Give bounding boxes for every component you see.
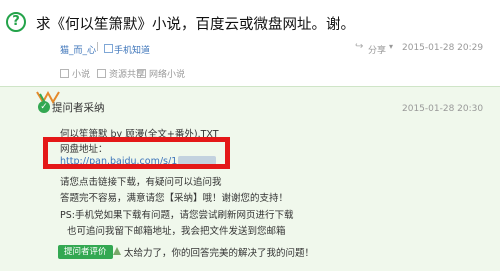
answer-line: 答题完不容易，满意请您【采纳】哦！谢谢您的支持！	[60, 193, 289, 204]
accepted-label: 提问者采纳	[52, 102, 105, 114]
chevron-down-icon[interactable]: ▾	[389, 42, 393, 51]
asker-link[interactable]: 猫_而_心	[60, 43, 96, 56]
question-icon: ?	[6, 12, 26, 32]
answer-line: PS:手机党如果下载有问题，请您尝试刷新网页进行下载	[60, 210, 294, 221]
tag-icon	[60, 69, 69, 78]
highlight-box	[43, 137, 230, 169]
meta-separator: |	[96, 42, 100, 52]
check-icon: ✓	[38, 101, 50, 113]
answer-line: 也可追问我留下邮箱地址，我会把文件发送到您邮箱	[67, 226, 286, 237]
asker-comment-badge: 提问者评价	[58, 245, 113, 259]
question-title: 求《何以笙箫默》小说，百度云或微盘网址。谢。	[36, 17, 355, 33]
answer-time: 2015-01-28 20:30	[402, 104, 484, 114]
share-icon[interactable]: ↪	[355, 41, 363, 52]
tag-item[interactable]: 小说	[60, 63, 90, 80]
tag-item[interactable]: 网络小说	[137, 63, 185, 80]
tag-icon	[137, 69, 146, 78]
question-time: 2015-01-28 20:29	[402, 43, 484, 53]
share-button[interactable]: 分享	[368, 43, 386, 56]
category-link[interactable]: 手机知道	[114, 43, 150, 56]
quote-icon	[113, 247, 121, 255]
answer-line: 请您点击链接下载，有疑问可以追问我	[60, 177, 222, 188]
category-icon	[104, 44, 113, 53]
asker-comment-text: 太给力了，你的回答完美的解决了我的问题！	[124, 248, 315, 259]
tag-icon	[97, 69, 106, 78]
